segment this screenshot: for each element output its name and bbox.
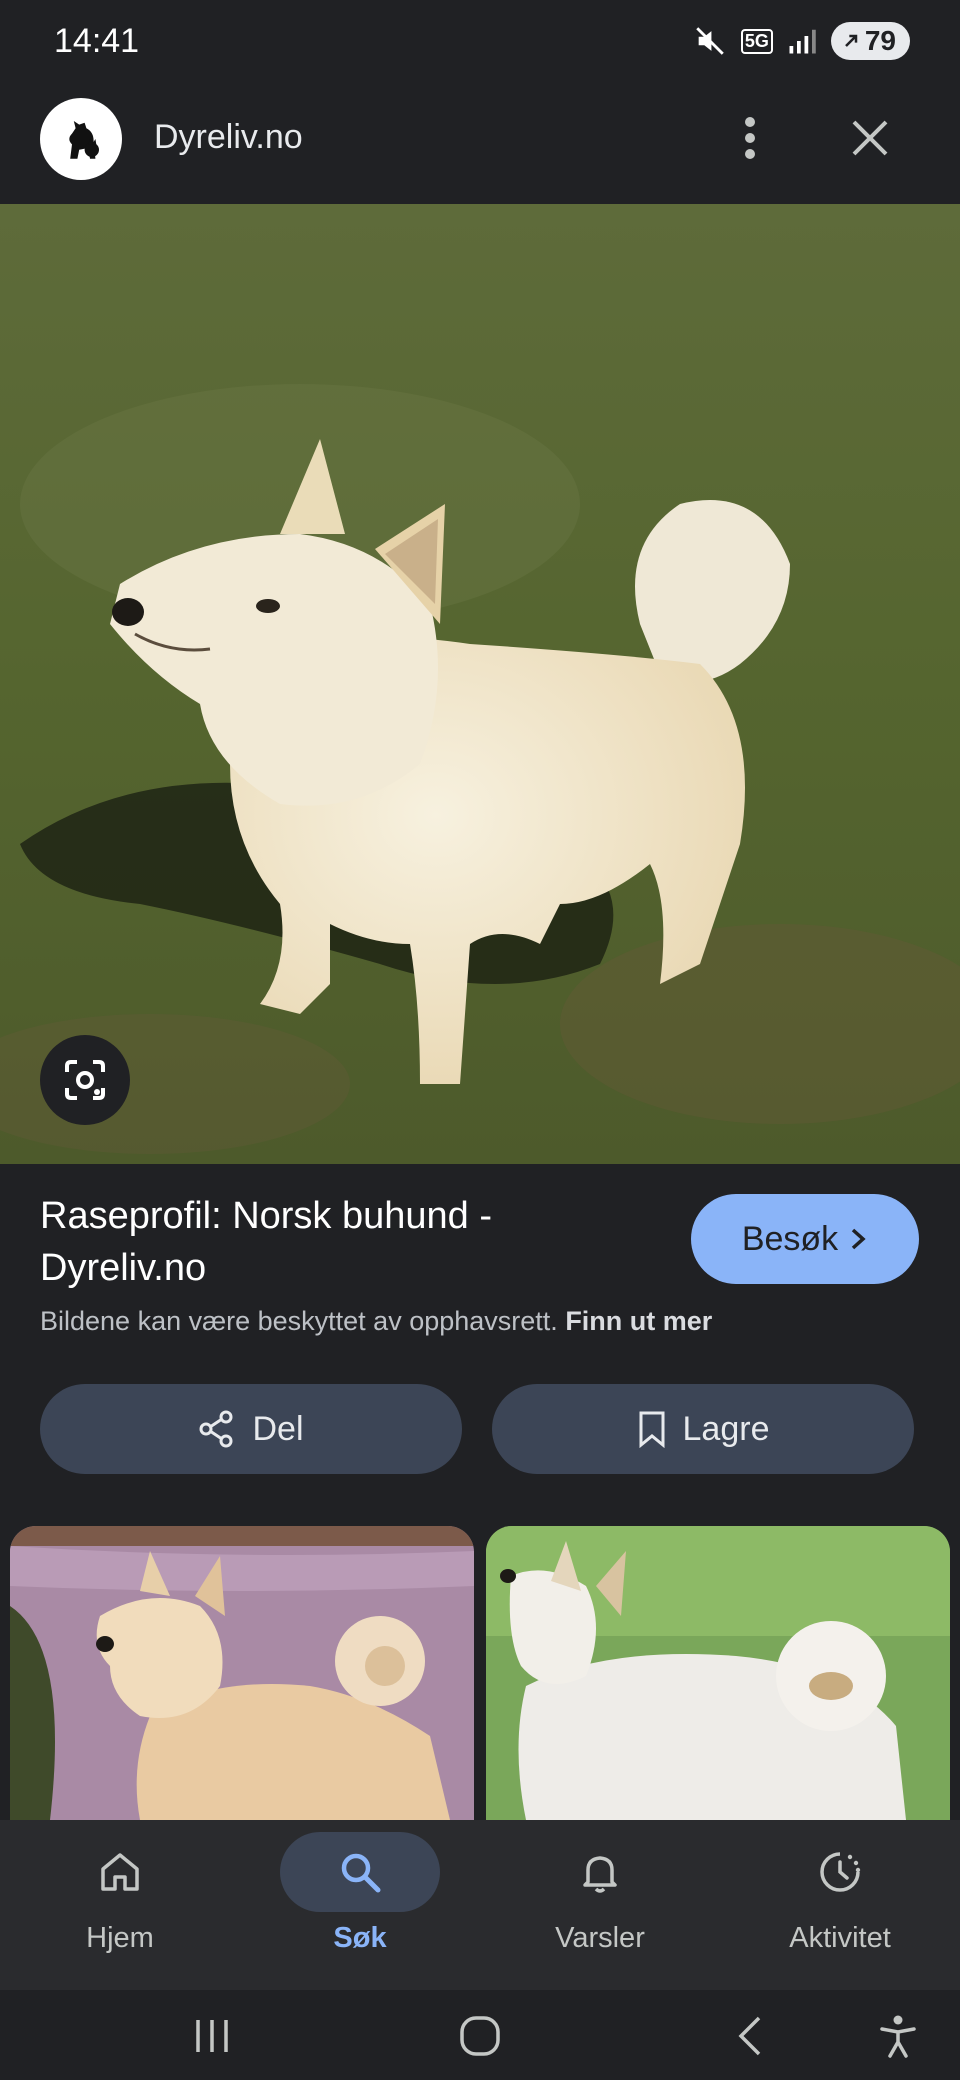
google-lens-button[interactable]	[40, 1035, 130, 1125]
battery-indicator: 79	[830, 22, 910, 60]
network-5g-icon: 5G	[740, 28, 773, 54]
home-circle-icon	[460, 2016, 500, 2056]
nav-search[interactable]: Søk	[240, 1832, 480, 1982]
image-viewer-header: Dyreliv.no	[0, 98, 960, 208]
search-icon	[341, 1853, 381, 1893]
copyright-text: Bildene kan være beskyttet av opphavsret…	[40, 1306, 558, 1336]
dog-photo	[0, 204, 960, 1164]
close-button[interactable]	[842, 110, 898, 166]
nav-activity[interactable]: Aktivitet	[720, 1832, 960, 1982]
nav-activity-label: Aktivitet	[789, 1922, 891, 1954]
site-logo[interactable]	[40, 98, 122, 180]
visit-label: Besøk	[741, 1219, 839, 1258]
nav-home-pill	[40, 1832, 200, 1912]
nav-search-label: Søk	[333, 1922, 387, 1954]
nav-notifications[interactable]: Varsler	[480, 1832, 720, 1982]
activity-icon	[820, 1852, 861, 1892]
result-title[interactable]: Raseprofil: Norsk buhund - Dyreliv.no	[40, 1190, 660, 1294]
accessibility-icon	[880, 2015, 916, 2058]
bell-icon	[583, 1856, 617, 1893]
battery-saver-icon	[844, 34, 858, 47]
system-navigation-bar	[0, 1990, 960, 2080]
nav-home[interactable]: Hjem	[0, 1832, 240, 1982]
signal-icon	[789, 29, 816, 54]
bottom-navigation: Hjem Søk Varsler Aktivitet	[0, 1820, 960, 1990]
status-time: 14:41	[54, 22, 140, 60]
nav-notifications-label: Varsler	[555, 1922, 645, 1954]
chevron-right-icon	[852, 1228, 866, 1250]
close-icon	[852, 120, 888, 156]
save-button[interactable]: Lagre	[492, 1384, 914, 1474]
nav-notifications-pill	[520, 1832, 680, 1912]
share-label: Del	[252, 1409, 304, 1448]
nav-activity-pill	[760, 1832, 920, 1912]
site-name[interactable]: Dyreliv.no	[154, 118, 303, 157]
mute-icon	[696, 27, 724, 55]
home-icon	[101, 1853, 139, 1891]
share-button[interactable]: Del	[40, 1384, 462, 1474]
main-result-image[interactable]	[0, 204, 960, 1164]
more-vert-icon	[745, 117, 755, 159]
share-icon	[199, 1410, 233, 1448]
back-icon	[738, 2016, 761, 2056]
copyright-notice: Bildene kan være beskyttet av opphavsret…	[40, 1306, 712, 1337]
related-image-1[interactable]	[10, 1526, 474, 1820]
dog-cat-logo-icon	[69, 121, 99, 159]
status-icons: 5G 79	[693, 22, 910, 60]
related-image-2[interactable]	[486, 1526, 950, 1820]
save-label: Lagre	[682, 1409, 770, 1448]
accessibility-button[interactable]	[868, 2006, 928, 2066]
lens-icon	[65, 1060, 105, 1100]
bookmark-icon	[639, 1411, 665, 1448]
battery-level: 79	[864, 25, 896, 56]
status-bar: 14:41 5G 79	[0, 0, 960, 88]
home-system-button[interactable]	[450, 2006, 510, 2066]
visit-button[interactable]: Besøk	[691, 1194, 919, 1284]
dog-on-lawn-photo	[486, 1526, 950, 1820]
more-options-button[interactable]	[722, 110, 778, 166]
recent-apps-button[interactable]	[182, 2006, 242, 2066]
learn-more-link[interactable]: Finn ut mer	[565, 1306, 712, 1336]
recent-apps-icon	[196, 2020, 228, 2052]
back-button[interactable]	[720, 2006, 780, 2066]
dog-by-water-photo	[10, 1526, 474, 1820]
nav-home-label: Hjem	[86, 1922, 154, 1954]
nav-search-pill	[280, 1832, 440, 1912]
